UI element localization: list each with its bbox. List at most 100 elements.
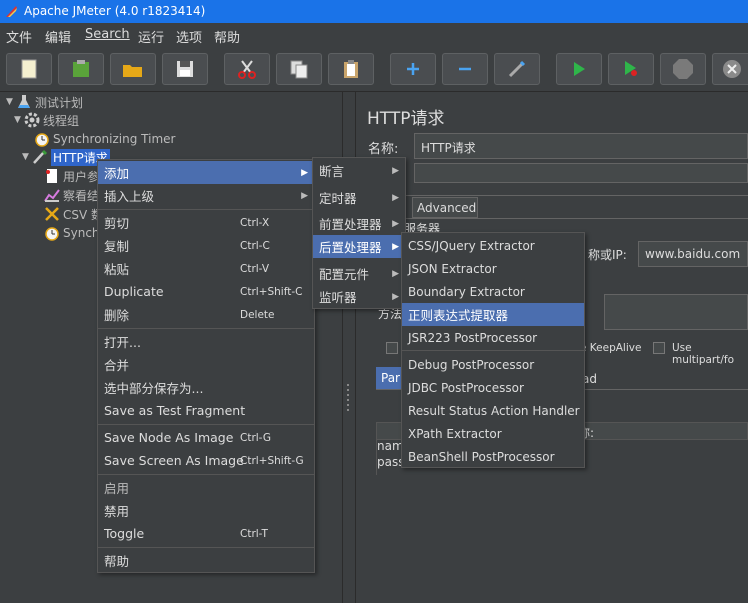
menu-item-disable[interactable]: 禁用 — [98, 499, 314, 522]
menu-item-help[interactable]: 帮助 — [98, 549, 314, 572]
menu-item-label: 剪切 — [104, 216, 130, 231]
tree-node-sync-timer[interactable]: Synchronizing Timer — [34, 130, 175, 148]
title-bar: Apache JMeter (4.0 r1823414) — [0, 0, 748, 23]
tree-node-csv[interactable]: CSV 数 — [44, 205, 103, 223]
submenu-item-pre-processors[interactable]: 前置处理器 ▶ — [313, 212, 405, 235]
menu-item-cut[interactable]: 剪切 Ctrl-X — [98, 211, 314, 234]
wand-icon — [508, 60, 526, 78]
toolbar — [0, 48, 748, 92]
menu-item-save-selection[interactable]: 选中部分保存为... — [98, 376, 314, 399]
keepalive-label: e KeepAlive — [580, 342, 642, 354]
menu-options[interactable]: 选项 — [176, 27, 202, 46]
menu-separator — [98, 424, 314, 425]
cut-button[interactable] — [224, 53, 270, 85]
submenu-item-xpath-extractor[interactable]: XPath Extractor — [402, 422, 584, 445]
document-icon — [46, 169, 57, 183]
shutdown-button[interactable] — [712, 53, 748, 85]
tree-node-test-plan[interactable]: ▼ 测试计划 — [6, 93, 83, 111]
collapse-arrow-icon[interactable]: ▼ — [22, 152, 32, 162]
menu-run[interactable]: 运行 — [138, 27, 164, 46]
submenu-item-jdbc-postprocessor[interactable]: JDBC PostProcessor — [402, 376, 584, 399]
path-field[interactable] — [604, 294, 748, 330]
menu-item-merge[interactable]: 合并 — [98, 353, 314, 376]
menu-item-paste[interactable]: 粘贴 Ctrl-V — [98, 257, 314, 280]
flask-icon — [18, 95, 30, 108]
menu-item-label: 粘贴 — [104, 262, 130, 277]
submenu-item-listeners[interactable]: 监听器 ▶ — [313, 285, 405, 308]
menu-item-delete[interactable]: 删除 Delete — [98, 303, 314, 326]
server-ip-field[interactable]: www.baidu.com — [638, 241, 748, 267]
tree-node-label: Synch — [63, 226, 100, 240]
new-button[interactable] — [6, 53, 52, 85]
menu-item-add[interactable]: 添加 ▶ — [98, 161, 314, 184]
multipart-checkbox[interactable] — [653, 342, 665, 354]
menu-item-toggle[interactable]: Toggle Ctrl-T — [98, 522, 314, 545]
menu-item-label: 禁用 — [104, 504, 130, 519]
save-icon — [177, 61, 193, 77]
splitter-grip-icon[interactable] — [347, 384, 351, 414]
collapse-arrow-icon[interactable]: ▼ — [6, 97, 16, 107]
submenu-item-result-status-handler[interactable]: Result Status Action Handler — [402, 399, 584, 422]
menu-item-enable[interactable]: 启用 — [98, 476, 314, 499]
tree-node-label: 测试计划 — [35, 95, 84, 110]
submenu-item-post-processors[interactable]: 后置处理器 ▶ — [313, 235, 405, 258]
submenu-item-timers[interactable]: 定时器 ▶ — [313, 186, 405, 209]
shortcut-label: Ctrl-G — [240, 431, 271, 444]
paste-button[interactable] — [328, 53, 374, 85]
start-no-pause-button[interactable] — [608, 53, 654, 85]
tree-node-view-results[interactable]: 察看结 — [44, 186, 99, 204]
menu-item-open[interactable]: 打开... — [98, 330, 314, 353]
shortcut-label: Ctrl+Shift-C — [240, 285, 303, 298]
redirect-checkbox[interactable] — [386, 342, 398, 354]
post-processor-submenu: CSS/JQuery Extractor JSON Extractor Boun… — [401, 232, 585, 468]
paste-icon — [344, 60, 358, 78]
submenu-item-boundary-extractor[interactable]: Boundary Extractor — [402, 280, 584, 303]
shortcut-label: Ctrl-X — [240, 216, 270, 229]
templates-button[interactable] — [58, 53, 104, 85]
tree-node-label: 线程组 — [43, 113, 80, 128]
menu-item-label: 复制 — [104, 239, 130, 254]
toggle-button[interactable] — [494, 53, 540, 85]
tree-node-user-params[interactable]: 用户参 — [44, 167, 99, 185]
menu-search[interactable]: Search — [85, 27, 130, 42]
menu-item-copy[interactable]: 复制 Ctrl-C — [98, 234, 314, 257]
menu-edit[interactable]: 编辑 — [45, 27, 71, 46]
copy-button[interactable] — [276, 53, 322, 85]
submenu-item-debug-postprocessor[interactable]: Debug PostProcessor — [402, 353, 584, 376]
submenu-item-json-extractor[interactable]: JSON Extractor — [402, 257, 584, 280]
menu-item-label: 监听器 — [319, 290, 357, 305]
submenu-arrow-icon: ▶ — [392, 291, 399, 302]
stopwatch-icon — [45, 227, 59, 241]
menu-item-save-node-image[interactable]: Save Node As Image Ctrl-G — [98, 426, 314, 449]
submenu-item-jsr223-postprocessor[interactable]: JSR223 PostProcessor — [402, 326, 584, 349]
tree-node-sync[interactable]: Synch — [44, 224, 100, 242]
open-button[interactable] — [110, 53, 156, 85]
menu-help[interactable]: 帮助 — [214, 27, 240, 46]
table-row[interactable]: nam — [377, 439, 404, 453]
expand-button[interactable] — [390, 53, 436, 85]
menu-item-insert-parent[interactable]: 插入上级 ▶ — [98, 184, 314, 207]
menu-separator — [98, 328, 314, 329]
save-button[interactable] — [162, 53, 208, 85]
submenu-item-beanshell-postprocessor[interactable]: BeanShell PostProcessor — [402, 445, 584, 468]
menu-item-save-screen-image[interactable]: Save Screen As Image Ctrl+Shift-G — [98, 449, 314, 472]
gear-icon — [24, 112, 40, 128]
menu-file[interactable]: 文件 — [6, 27, 32, 46]
tree-node-thread-group[interactable]: ▼ 线程组 — [14, 111, 79, 129]
name-field[interactable]: HTTP请求 — [414, 133, 748, 159]
tab-advanced[interactable]: Advanced — [412, 197, 478, 218]
collapse-button[interactable] — [442, 53, 488, 85]
submenu-item-css-extractor[interactable]: CSS/JQuery Extractor — [402, 234, 584, 257]
collapse-arrow-icon[interactable]: ▼ — [14, 115, 24, 125]
menu-separator — [402, 350, 584, 351]
submenu-item-config-elements[interactable]: 配置元件 ▶ — [313, 262, 405, 285]
comments-field[interactable] — [414, 163, 748, 183]
menu-item-duplicate[interactable]: Duplicate Ctrl+Shift-C — [98, 280, 314, 303]
menu-item-save-fragment[interactable]: Save as Test Fragment — [98, 399, 314, 422]
submenu-item-regex-extractor[interactable]: 正则表达式提取器 — [402, 303, 584, 326]
stop-button[interactable] — [660, 53, 706, 85]
templates-icon — [73, 60, 89, 77]
submenu-item-assertions[interactable]: 断言 ▶ — [313, 159, 405, 182]
play-no-timer-icon — [625, 61, 637, 76]
start-button[interactable] — [556, 53, 602, 85]
